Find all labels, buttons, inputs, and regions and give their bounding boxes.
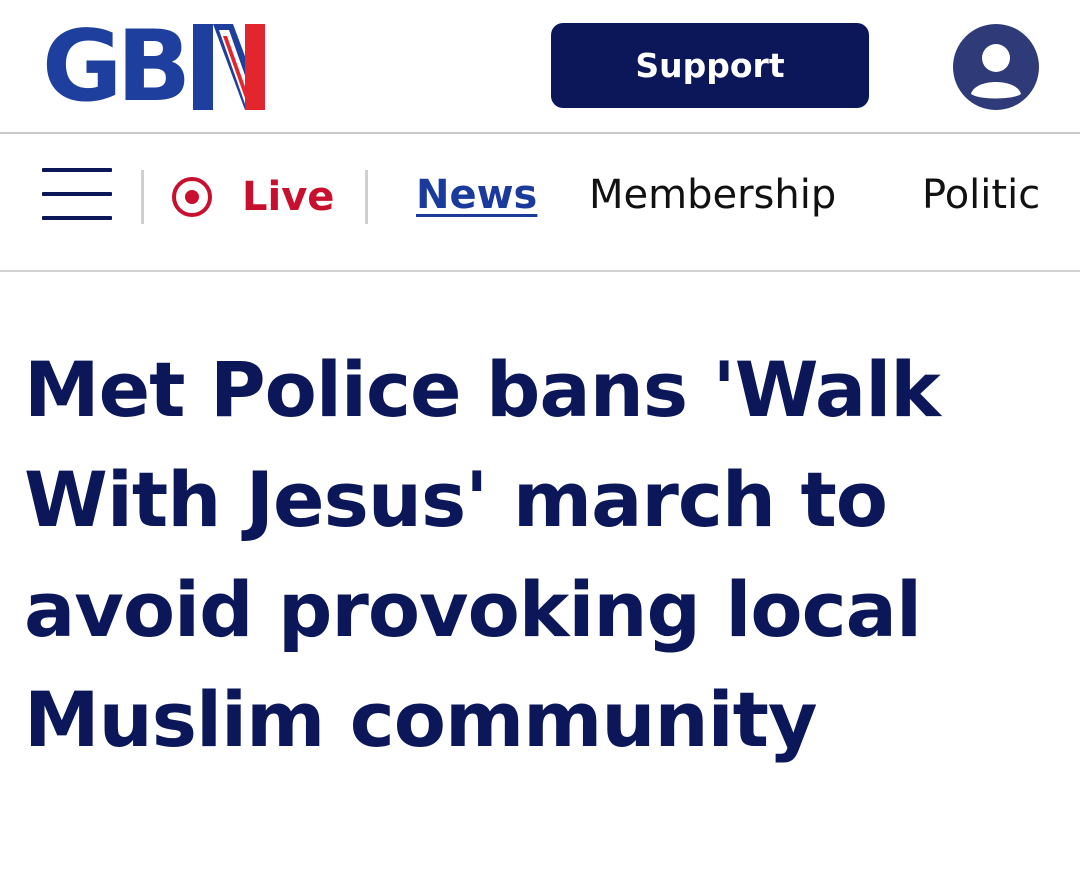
- main-nav: Live News Membership Politic: [0, 134, 1080, 272]
- nav-overflow-clip: Politic: [920, 134, 1054, 270]
- live-label: Live: [242, 174, 335, 220]
- nav-item-membership[interactable]: Membership: [589, 172, 836, 218]
- live-button[interactable]: Live: [170, 170, 334, 224]
- logo-text: GB: [42, 10, 191, 124]
- live-record-icon: [172, 177, 212, 217]
- article-headline: Met Police bans 'Walk With Jesus' march …: [24, 345, 941, 764]
- site-header: GB Support: [0, 0, 1080, 134]
- nav-item-politics[interactable]: Politic: [922, 172, 1040, 218]
- user-avatar-icon[interactable]: [953, 24, 1039, 110]
- gbn-logo[interactable]: GB: [42, 18, 266, 116]
- logo-n-mark: [193, 24, 266, 110]
- nav-divider: [141, 170, 144, 224]
- hamburger-menu-icon[interactable]: [42, 168, 112, 224]
- nav-item-news[interactable]: News: [416, 172, 537, 218]
- support-button[interactable]: Support: [551, 23, 869, 108]
- nav-divider: [365, 170, 368, 224]
